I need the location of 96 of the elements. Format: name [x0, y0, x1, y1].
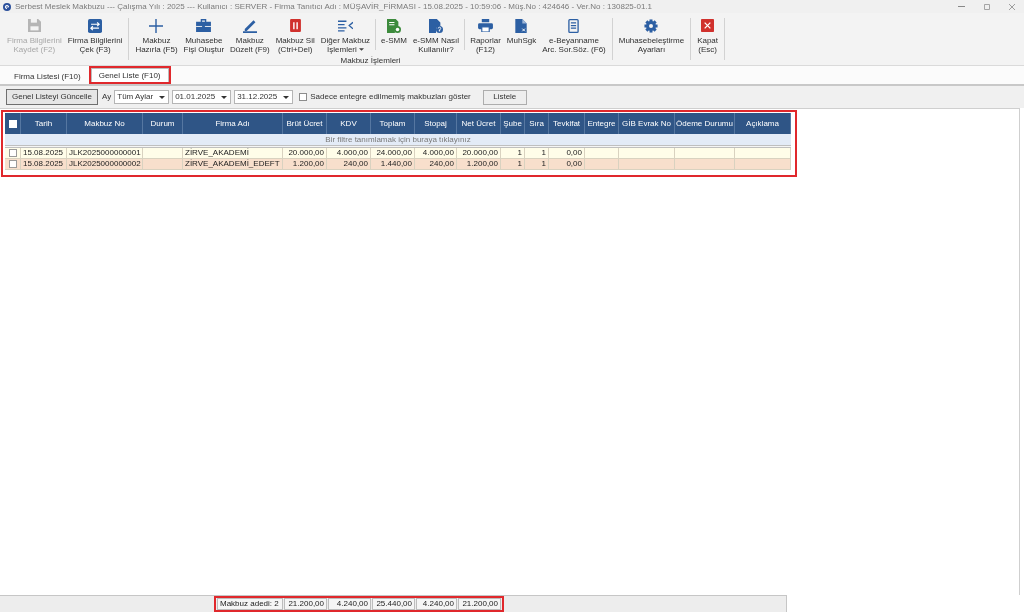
document-badge-icon — [387, 18, 401, 33]
month-label: Ay — [102, 91, 112, 103]
pencil-icon — [242, 18, 257, 33]
document-icon — [515, 18, 528, 33]
summary-cell: 21.200,00 — [284, 598, 327, 610]
toolbar-button[interactable]: Makbuz Sil (Ctrl+Del) — [272, 13, 318, 56]
table-cell: 15.08.2025 — [23, 159, 64, 169]
caret-icon — [221, 95, 228, 99]
column-header[interactable]: Net Ücret — [461, 117, 496, 130]
checkbox-label: Sadece entegre edilmemiş makbuzları göster — [310, 91, 471, 103]
tab[interactable]: Genel Liste (F10) — [90, 68, 169, 82]
table-cell: 4.000,00 — [336, 148, 368, 158]
column-header[interactable]: Toplam — [379, 117, 406, 130]
close-icon — [701, 19, 715, 32]
column-header[interactable]: Durum — [150, 117, 175, 130]
close-icon — [1008, 3, 1015, 10]
trash-icon — [289, 19, 301, 32]
caret-icon — [159, 95, 166, 99]
table-cell: JLK2025000000001 — [69, 148, 141, 158]
toolbar-button[interactable]: e-SMM — [378, 13, 410, 56]
table-cell: 1 — [541, 148, 546, 158]
document-help-icon — [429, 18, 443, 33]
table-cell: ZİRVE_AKADEMİ_EDEFT — [185, 159, 280, 169]
table-cell: 240,00 — [429, 159, 454, 169]
group-label: Makbuz İşlemleri — [340, 56, 401, 65]
minimize-icon — [958, 6, 965, 7]
document-lines-icon — [568, 18, 580, 33]
column-header[interactable]: GİB Evrak No — [622, 117, 671, 130]
summary-cell: 21.200,00 — [458, 598, 501, 610]
refresh-list-button[interactable]: Genel Listeyi Güncelle — [6, 89, 99, 105]
column-header[interactable]: Brüt Ücret — [286, 117, 323, 130]
tab[interactable]: Firma Listesi (F10) — [7, 70, 88, 84]
table-cell: 0,00 — [566, 159, 582, 169]
caret-icon — [358, 48, 364, 52]
list-arrow-icon — [337, 19, 353, 32]
table-cell: JLK2025000000002 — [69, 159, 141, 169]
table-cell: 0,00 — [566, 148, 582, 158]
column-header[interactable]: Açıklama — [746, 117, 779, 130]
swap-arrows-icon — [88, 18, 103, 33]
window-title: Serbest Meslek Makbuzu --- Çalışma Yılı : 2025 --- Kullanıcı : SERVER - Firma Tanıtıcı Adı : MÜŞAVİR_FİRMASI - 15.08.2025 - 10:59:06 - Müş.No : 424646 - Ver.No : 130825-01.1 — [15, 1, 653, 12]
row-checkbox[interactable] — [8, 160, 17, 168]
column-header[interactable]: Sıra — [529, 117, 544, 130]
column-header[interactable]: Tarih — [34, 117, 53, 130]
column-header[interactable]: Şube — [503, 117, 522, 130]
toolbar-button[interactable]: Firma Bilgilerini Çek (F3) — [64, 13, 126, 56]
settings-icon — [644, 18, 659, 33]
column-header[interactable]: KDV — [340, 117, 357, 130]
table-cell: 1 — [517, 148, 522, 158]
start-date-field[interactable]: 01.01.2025 — [172, 90, 232, 104]
table-cell: 20.000,00 — [462, 148, 498, 158]
column-header[interactable]: Tevkifat — [552, 117, 581, 130]
caret-icon — [283, 95, 290, 99]
table-cell: 1 — [517, 159, 522, 169]
table-cell: ZİRVE_AKADEMİ — [185, 148, 249, 158]
end-date-field[interactable]: 31.12.2025 — [234, 90, 294, 104]
list-button[interactable]: Listele — [482, 89, 527, 105]
table-cell: 1.200,00 — [466, 159, 498, 169]
toolbar-button[interactable]: MuhSgk — [503, 13, 540, 56]
toolbar-button[interactable]: Muhasebe Fişi Oluştur — [180, 13, 228, 56]
plus-icon — [149, 18, 164, 33]
column-header[interactable]: Entegre — [587, 117, 616, 130]
table-cell: 24.000,00 — [376, 148, 412, 158]
toolbar-button[interactable]: Kapat (Esc) — [694, 13, 722, 56]
toolbar-button[interactable]: e-Beyanname Arc. Sor.Söz. (F6) — [539, 13, 609, 56]
toolbar-button[interactable]: Makbuz Hazırla (F5) — [132, 13, 181, 56]
toolbar-button[interactable]: Raporlar (F12) — [467, 13, 504, 56]
checkbox[interactable] — [299, 93, 308, 101]
printer-icon — [477, 19, 493, 32]
table-cell: 1 — [541, 159, 546, 169]
month-dropdown[interactable]: Tüm Aylar — [114, 90, 170, 104]
toolbar-button[interactable]: Muhasebeleştirme Ayarları — [615, 13, 688, 56]
column-header[interactable]: Stopaj — [424, 117, 447, 130]
table-cell: 15.08.2025 — [23, 148, 64, 158]
app-logo-icon — [3, 2, 11, 11]
row-checkbox[interactable] — [8, 149, 17, 157]
summary-cell: 4.240,00 — [328, 598, 371, 610]
table-row[interactable]: 15.08.2025 JLK2025000000002 ZİRVE_AKADEMİ_EDEFT 1.200,00 240,00 1.440,00 240,00 1.200,00 1 1 0,00 — [5, 159, 791, 170]
summary-cell: 25.440,00 — [372, 598, 415, 610]
table-cell: 20.000,00 — [288, 148, 324, 158]
toolbar-button[interactable]: Makbuz Düzelt (F9) — [227, 13, 273, 56]
briefcase-icon — [196, 19, 212, 32]
toolbar-button[interactable]: e-SMM Nasıl Kullanılır? — [409, 13, 463, 56]
table-cell: 4.000,00 — [422, 148, 454, 158]
summary-cell: 4.240,00 — [416, 598, 457, 610]
table-row[interactable]: 15.08.2025 JLK2025000000001 ZİRVE_AKADEMİ 20.000,00 4.000,00 24.000,00 4.000,00 20.000,00 1 1 0,00 — [5, 148, 791, 159]
table-cell: 240,00 — [343, 159, 368, 169]
maximize-icon — [983, 3, 990, 10]
summary-cell: Makbuz adedi: 2 — [217, 598, 283, 610]
filter-row[interactable]: Bir filtre tanımlamak için buraya tıklayınız — [5, 134, 791, 145]
select-all-checkbox[interactable] — [8, 119, 17, 128]
column-header[interactable]: Firma Adı — [215, 117, 250, 130]
toolbar-button[interactable]: Diğer Makbuz İşlemleri — [317, 13, 374, 56]
column-header[interactable]: Makbuz No — [84, 117, 125, 130]
table-cell: 1.440,00 — [380, 159, 412, 169]
table-cell: 1.200,00 — [292, 159, 324, 169]
column-header[interactable]: Ödeme Durumu — [676, 117, 733, 130]
